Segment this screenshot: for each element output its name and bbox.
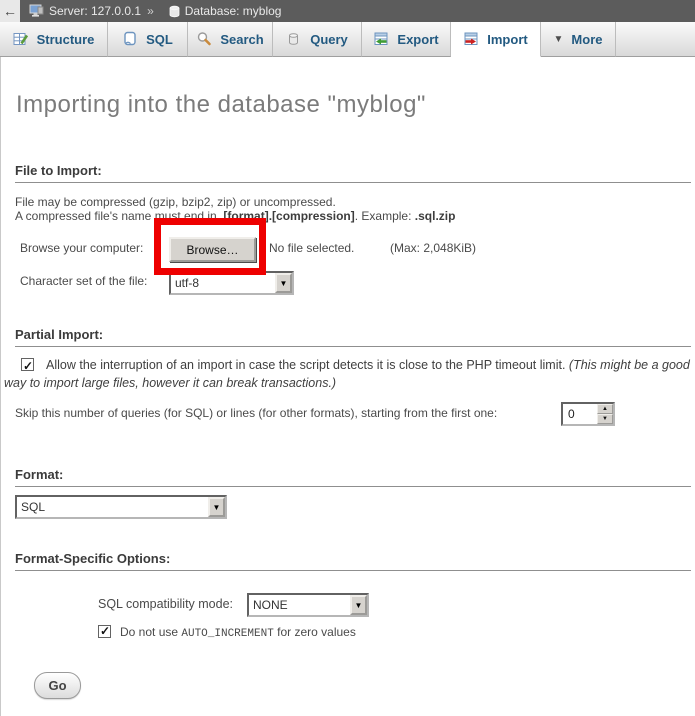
spinner-buttons: ▲ ▼ [597,404,613,424]
tab-label: More [571,32,602,47]
charset-label: Character set of the file: [20,274,147,288]
file-import-description: File may be compressed (gzip, bzip2, zip… [15,196,455,223]
sql-compat-value: NONE [253,598,288,612]
tab-label: Export [397,32,438,47]
filename-note: A compressed file's name must end in .[f… [15,210,455,224]
export-icon [373,31,389,47]
page-title: Importing into the database "myblog" [16,91,426,119]
tab-query[interactable]: Query [273,22,362,57]
compression-note: File may be compressed (gzip, bzip2, zip… [15,196,455,210]
main-content: Importing into the database "myblog" Fil… [0,57,695,716]
section-heading-file-to-import: File to Import: [15,163,691,183]
sql-compat-label: SQL compatibility mode: [98,597,233,611]
breadcrumb-server-link[interactable]: Server: 127.0.0.1 [49,4,141,18]
import-icon [463,31,479,47]
section-heading-format: Format: [15,467,691,487]
zero-values-checkbox[interactable] [98,625,111,638]
tab-export[interactable]: Export [362,22,451,57]
dropdown-arrow-icon: ▼ [350,595,367,615]
tab-more[interactable]: ▼ More [541,22,616,57]
browse-button[interactable]: Browse… [169,237,256,262]
zero-values-label: Do not use AUTO_INCREMENT for zero value… [120,625,356,639]
skip-queries-label: Skip this number of queries (for SQL) or… [15,406,497,420]
allow-interruption-checkbox[interactable] [21,358,34,371]
chevron-down-icon: ▼ [554,34,564,45]
allow-interruption-row: Allow the interruption of an import in c… [4,356,693,392]
section-heading-partial-import: Partial Import: [15,327,691,347]
server-icon [29,4,44,18]
tab-structure[interactable]: Structure [0,22,108,57]
skip-queries-value: 0 [568,407,575,421]
format-value: SQL [21,500,45,514]
charset-value: utf-8 [175,276,199,290]
max-size-text: (Max: 2,048KiB) [390,241,476,255]
structure-icon [13,31,29,47]
tab-search[interactable]: Search [188,22,273,57]
back-button[interactable]: ← [0,0,20,22]
tab-label: SQL [146,32,173,47]
go-button[interactable]: Go [34,672,81,699]
tab-label: Query [310,32,348,47]
phpmyadmin-import-page: ← Server: 127.0.0.1 » Database: myblog [0,0,695,716]
dropdown-arrow-icon: ▼ [275,273,292,293]
query-icon [286,31,302,47]
browse-label: Browse your computer: [20,241,143,255]
tab-label: Structure [37,32,95,47]
no-file-selected-text: No file selected. [269,241,354,255]
tab-import[interactable]: Import [451,22,541,57]
database-icon [169,5,180,18]
breadcrumb: ← Server: 127.0.0.1 » Database: myblog [0,0,695,22]
tab-bar: Structure SQL Search Query [0,22,695,57]
tab-sql[interactable]: SQL [108,22,188,57]
sql-icon [122,31,138,47]
spinner-up-icon[interactable]: ▲ [597,404,613,414]
allow-interruption-label: Allow the interruption of an import in c… [46,358,569,372]
breadcrumb-database-link[interactable]: Database: myblog [185,4,282,18]
skip-queries-input[interactable]: 0 ▲ ▼ [561,402,615,426]
sql-compat-select[interactable]: NONE ▼ [247,593,369,617]
dropdown-arrow-icon: ▼ [208,497,225,517]
zero-values-row: Do not use AUTO_INCREMENT for zero value… [98,625,356,640]
tab-label: Search [220,32,263,47]
search-icon [196,31,212,47]
tabbar-filler [616,22,695,57]
section-heading-format-specific: Format-Specific Options: [15,551,691,571]
spinner-down-icon[interactable]: ▼ [597,414,613,424]
charset-select[interactable]: utf-8 ▼ [169,271,294,295]
format-select[interactable]: SQL ▼ [15,495,227,519]
tab-label: Import [487,32,527,47]
breadcrumb-separator: » [147,4,154,18]
